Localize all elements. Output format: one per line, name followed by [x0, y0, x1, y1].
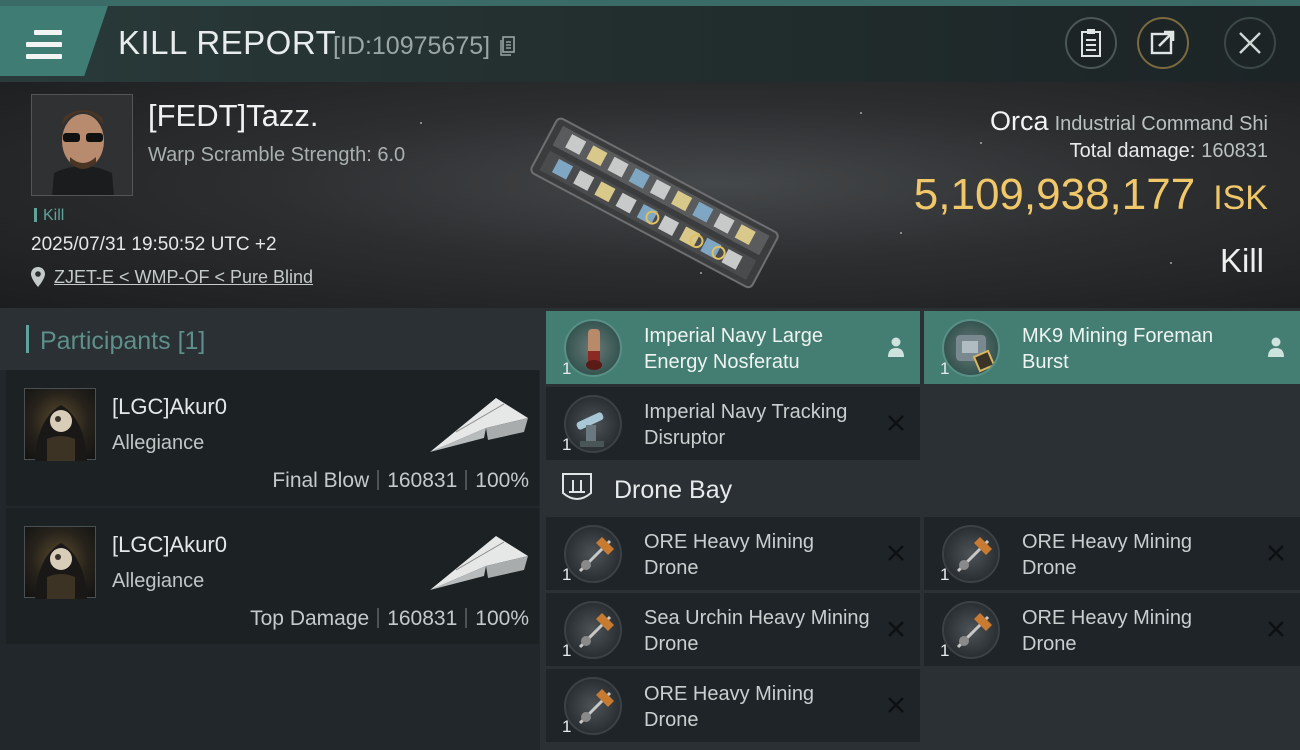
item-name: ORE Heavy Mining Drone	[644, 683, 815, 731]
kill-summary: [FEDT]Tazz. Warp Scramble Strength: 6.0 …	[0, 82, 1300, 308]
item-name: Imperial Navy Tracking Disruptor	[644, 401, 848, 449]
destroyed-x-icon	[888, 545, 904, 561]
item-row[interactable]: 1 Imperial Navy Large Energy Nosferatu	[546, 311, 920, 384]
drone-row[interactable]: 1 Sea Urchin Heavy Mining Drone	[546, 593, 920, 666]
mining-drone-icon	[942, 525, 1000, 583]
drone-row[interactable]: 1 ORE Heavy Mining Drone	[546, 517, 920, 590]
participant-stats: Final Blow 160831 100%	[272, 469, 529, 493]
menu-icon	[26, 30, 62, 60]
participants-panel: Participants [1] [LGC]Akur0 Allegiance F…	[0, 308, 540, 750]
drone-bay-label: Drone Bay	[614, 476, 733, 504]
participant-row[interactable]: [LGC]Akur0 Allegiance Final Blow 160831 10…	[6, 370, 539, 506]
participant-corp: Allegiance	[112, 570, 205, 592]
mining-drone-icon	[942, 601, 1000, 659]
menu-button[interactable]	[0, 6, 108, 76]
item-name: MK9 Mining Foreman Burst	[1022, 325, 1214, 373]
destroyed-x-icon	[1268, 621, 1284, 637]
ship-render	[530, 117, 779, 289]
item-row[interactable]: 1 MK9 Mining Foreman Burst	[924, 311, 1300, 384]
kill-datetime: 2025/07/31 19:50:52 UTC +2	[31, 234, 277, 255]
person-icon	[888, 337, 904, 357]
total-damage-value: 160831	[1201, 140, 1268, 162]
ship-name[interactable]: Orca Industrial Command Shi	[990, 106, 1268, 137]
items-panel: 1 Imperial Navy Large Energy Nosferatu 1…	[540, 308, 1300, 750]
kill-result: Kill	[1219, 242, 1264, 279]
tracking-disruptor-icon	[564, 395, 622, 453]
participant-damage: 160831	[387, 607, 458, 630]
isk-value: 5,109,938,177 ISK	[913, 170, 1268, 219]
kill-type-tag: Kill	[34, 207, 64, 225]
nosferatu-module-icon	[564, 319, 622, 377]
item-name: ORE Heavy Mining Drone	[1022, 531, 1193, 579]
mining-drone-icon	[564, 677, 622, 735]
participant-percent: 100%	[475, 607, 529, 630]
destroyed-x-icon	[888, 415, 904, 431]
drone-row[interactable]: 1 ORE Heavy Mining Drone	[924, 593, 1300, 666]
mining-foreman-burst-icon	[942, 319, 1000, 377]
item-name: Sea Urchin Heavy Mining Drone	[644, 607, 870, 655]
item-name: ORE Heavy Mining Drone	[644, 531, 815, 579]
destroyed-x-icon	[1268, 545, 1284, 561]
participant-row[interactable]: [LGC]Akur0 Allegiance Top Damage 160831 10…	[6, 508, 539, 644]
item-quantity: 1	[940, 359, 950, 378]
item-quantity: 1	[562, 435, 572, 454]
clipboard-button[interactable]	[1065, 17, 1117, 69]
share-icon	[1150, 30, 1175, 55]
item-quantity: 1	[562, 359, 572, 378]
participants-count: [1]	[177, 327, 206, 355]
destroyed-x-icon	[888, 621, 904, 637]
location-pin-icon	[31, 267, 45, 287]
participant-avatar[interactable]	[24, 526, 96, 599]
kill-location-link[interactable]: ZJET-E < WMP-OF < Pure Blind	[54, 267, 313, 288]
destroyed-x-icon	[888, 697, 904, 713]
participant-ship-icon	[430, 536, 528, 590]
mining-drone-icon	[564, 525, 622, 583]
participant-corp: Allegiance	[112, 432, 205, 454]
item-quantity: 1	[562, 565, 572, 584]
victim-name[interactable]: [FEDT]Tazz.	[148, 98, 319, 134]
participant-damage: 160831	[387, 469, 458, 492]
close-button[interactable]	[1224, 17, 1276, 69]
warp-scramble-strength: Warp Scramble Strength: 6.0	[148, 144, 406, 166]
mining-drone-icon	[564, 601, 622, 659]
participant-percent: 100%	[475, 469, 529, 492]
participant-name[interactable]: [LGC]Akur0	[112, 532, 227, 558]
participants-header[interactable]: Participants [1]	[0, 308, 540, 370]
item-quantity: 1	[940, 565, 950, 584]
kill-id: [ID:10975675]	[333, 32, 491, 60]
close-icon	[1239, 32, 1261, 54]
participant-role: Top Damage	[250, 607, 370, 630]
participant-name[interactable]: [LGC]Akur0	[112, 394, 227, 420]
person-icon	[1268, 337, 1284, 357]
drone-row[interactable]: 1 ORE Heavy Mining Drone	[924, 517, 1300, 590]
drone-bay-header: Drone Bay	[540, 461, 1300, 519]
participant-avatar[interactable]	[24, 388, 96, 461]
participant-ship-icon	[430, 398, 528, 452]
item-quantity: 1	[562, 641, 572, 660]
ship-class: Industrial Command Shi	[1054, 113, 1268, 135]
item-name: ORE Heavy Mining Drone	[1022, 607, 1193, 655]
item-quantity: 1	[562, 717, 572, 736]
participants-label: Participants [1]	[40, 327, 206, 355]
victim-portrait[interactable]	[31, 94, 133, 196]
isk-unit: ISK	[1213, 179, 1268, 217]
item-quantity: 1	[940, 641, 950, 660]
participant-role: Final Blow	[272, 469, 370, 492]
total-damage: Total damage: 160831	[1069, 140, 1268, 162]
copy-icon[interactable]	[500, 36, 516, 56]
clipboard-icon	[1081, 29, 1101, 57]
share-button[interactable]	[1137, 17, 1189, 69]
drone-bay-icon	[562, 473, 592, 500]
participant-stats: Top Damage 160831 100%	[250, 607, 529, 631]
item-row[interactable]: 1 Imperial Navy Tracking Disruptor	[546, 387, 920, 460]
header-bar: KILL REPORT [ID:10975675]	[0, 0, 1300, 82]
page-title: KILL REPORT	[118, 24, 337, 61]
item-name: Imperial Navy Large Energy Nosferatu	[644, 325, 823, 373]
drone-row[interactable]: 1 ORE Heavy Mining Drone	[546, 669, 920, 742]
header-accent-line	[0, 0, 1300, 6]
